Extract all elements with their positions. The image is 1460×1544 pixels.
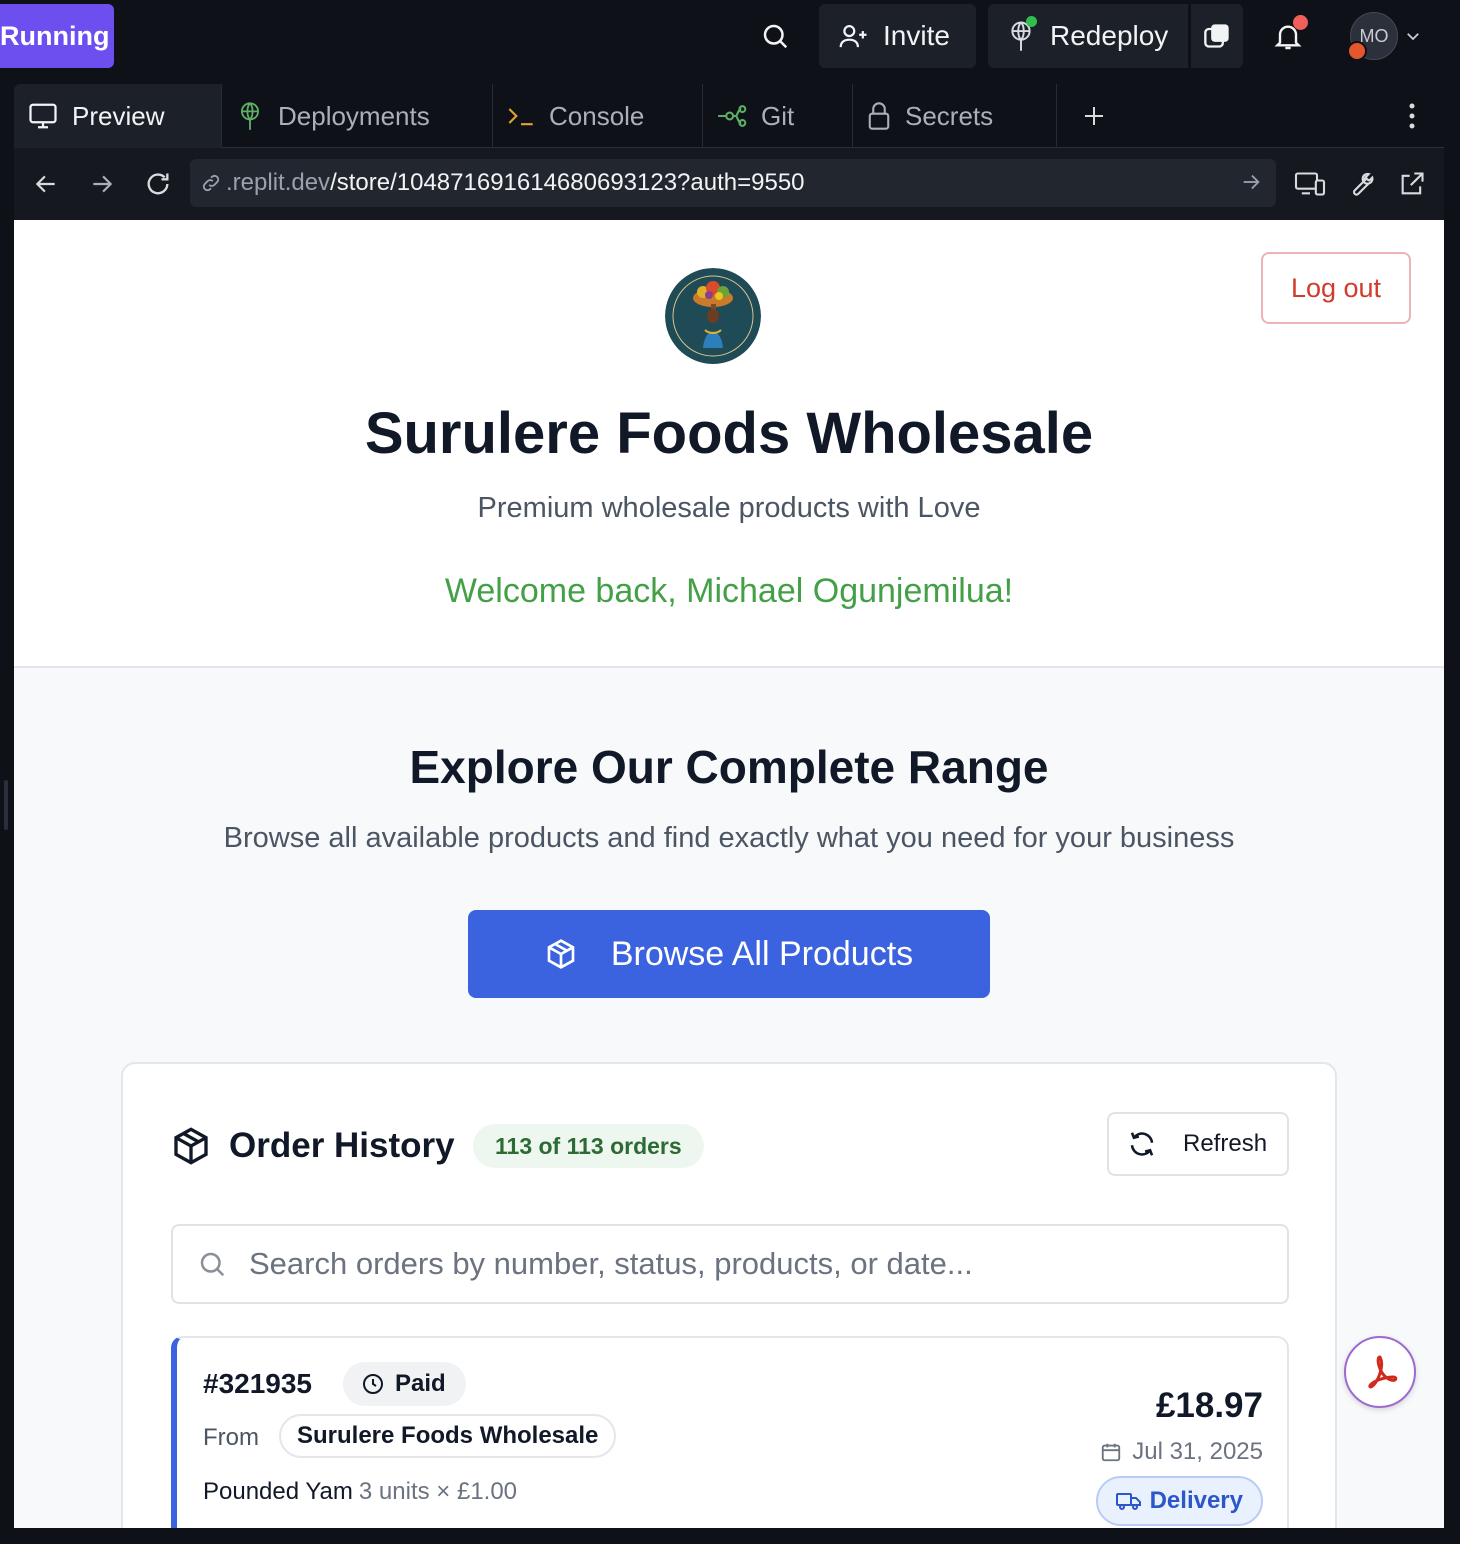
deploy-menu-button[interactable] — [1191, 4, 1243, 68]
welcome-message: Welcome back, Michael Ogunjemilua! — [444, 572, 1014, 610]
url-path: /store/1048716916146806931​23?auth=9550 — [330, 169, 805, 196]
store-logo — [665, 268, 761, 364]
url-field[interactable]: .replit.dev/store/1048716916146806931​23… — [190, 159, 1276, 207]
tab-label: Deployments — [278, 100, 430, 131]
status-badge: Paid — [343, 1362, 466, 1406]
explore-title: Explore Our Complete Range — [409, 741, 1049, 793]
store-title: Surulere Foods Wholesale — [364, 401, 1094, 466]
terminal-icon — [507, 104, 535, 128]
workspace-topbar: Running Invite Redeploy MO — [0, 0, 1460, 84]
run-status-button[interactable]: Running — [0, 4, 114, 68]
url-toolbar: .replit.dev/store/1048716916146806931​23… — [14, 148, 1444, 220]
refresh-icon — [1127, 1129, 1157, 1159]
device-preview-icon[interactable] — [1290, 166, 1330, 202]
tab-git[interactable]: Git — [703, 84, 853, 148]
chevron-down-icon[interactable] — [1398, 14, 1428, 58]
order-line-item: Pounded Yam 3 units × £1.00 — [203, 1478, 517, 1506]
tab-label: Secrets — [905, 100, 994, 131]
avatar-badge-icon — [1347, 41, 1367, 61]
item-name: Pounded Yam — [203, 1478, 353, 1505]
deploy-status-icon — [1006, 16, 1037, 52]
monitor-icon — [28, 102, 58, 130]
supplier-badge: Surulere Foods Wholesale — [279, 1414, 617, 1458]
redeploy-button[interactable]: Redeploy — [988, 4, 1188, 68]
preview-pane: Preview Deployments Console Git Secrets — [14, 84, 1444, 1528]
order-search-input[interactable] — [249, 1246, 1249, 1282]
explore-subtitle: Browse all available products and find e… — [223, 822, 1235, 854]
tab-secrets[interactable]: Secrets — [853, 84, 1057, 148]
order-card[interactable]: #321935 Paid From Surulere Foods Wholesa… — [171, 1336, 1289, 1528]
add-tab-plus-icon[interactable] — [1072, 84, 1116, 148]
order-search-box[interactable] — [171, 1224, 1289, 1304]
forward-arrow-icon[interactable] — [84, 166, 120, 202]
link-icon — [200, 172, 222, 194]
invite-label: Invite — [883, 20, 950, 51]
notifications-bell-icon[interactable] — [1268, 14, 1308, 58]
order-total: £18.97 — [1155, 1386, 1263, 1425]
store-subtitle: Premium wholesale products with Love — [477, 492, 981, 524]
invite-button[interactable]: Invite — [819, 4, 976, 68]
tab-preview[interactable]: Preview — [14, 84, 222, 148]
tab-label: Console — [549, 100, 645, 131]
package-icon — [171, 1126, 211, 1166]
search-icon[interactable] — [755, 14, 795, 58]
order-count-badge: 113 of 113 orders — [473, 1124, 704, 1168]
layers-icon — [1204, 24, 1229, 48]
refresh-label: Refresh — [1183, 1130, 1268, 1157]
add-user-icon — [837, 21, 869, 51]
calendar-icon — [1100, 1441, 1122, 1463]
order-history-card: Order History 113 of 113 orders Refresh … — [121, 1062, 1337, 1528]
pdf-icon — [1368, 1355, 1398, 1389]
reload-icon[interactable] — [140, 166, 176, 202]
deployments-icon — [236, 101, 264, 131]
avatar[interactable]: MO — [1347, 12, 1398, 61]
more-vertical-icon[interactable] — [1394, 84, 1430, 148]
clock-icon — [361, 1372, 385, 1396]
order-history-title: Order History — [229, 1126, 455, 1165]
tab-label: Preview — [72, 100, 165, 131]
browse-all-products-button[interactable]: Browse All Products — [468, 910, 990, 998]
lock-icon — [867, 101, 891, 131]
pdf-export-button[interactable] — [1344, 1336, 1416, 1408]
redeploy-label: Redeploy — [1050, 20, 1169, 51]
pane-tab-bar: Preview Deployments Console Git Secrets — [14, 84, 1444, 148]
refresh-button[interactable]: Refresh — [1107, 1112, 1289, 1176]
package-icon — [545, 938, 577, 970]
order-date: Jul 31, 2025 — [1100, 1438, 1263, 1466]
go-arrow-icon[interactable] — [1240, 171, 1262, 193]
delivery-badge: Delivery — [1095, 1476, 1263, 1526]
search-icon — [197, 1249, 227, 1279]
logout-button[interactable]: Log out — [1261, 252, 1411, 324]
item-quantity: 3 units × £1.00 — [358, 1478, 518, 1505]
order-date-text: Jul 31, 2025 — [1132, 1438, 1263, 1465]
browse-label: Browse All Products — [610, 934, 914, 973]
truck-icon — [1115, 1490, 1142, 1512]
order-number: #321935 — [203, 1368, 313, 1399]
from-label: From — [203, 1424, 259, 1451]
store-header: Log out Surulere Foods Wholesale Premium… — [14, 220, 1444, 668]
tab-deployments[interactable]: Deployments — [222, 84, 493, 148]
store-webpage: Log out Surulere Foods Wholesale Premium… — [14, 220, 1444, 1528]
open-new-tab-icon[interactable] — [1394, 166, 1430, 202]
back-arrow-icon[interactable] — [28, 166, 64, 202]
fulfilment-label: Delivery — [1149, 1487, 1243, 1514]
status-label: Paid — [395, 1370, 446, 1397]
tab-label: Git — [761, 100, 795, 131]
url-host: .replit.dev — [226, 169, 331, 196]
devtools-wrench-icon[interactable] — [1342, 166, 1378, 202]
tab-console[interactable]: Console — [493, 84, 703, 148]
git-icon — [717, 102, 747, 130]
panel-resize-handle[interactable] — [4, 780, 8, 830]
